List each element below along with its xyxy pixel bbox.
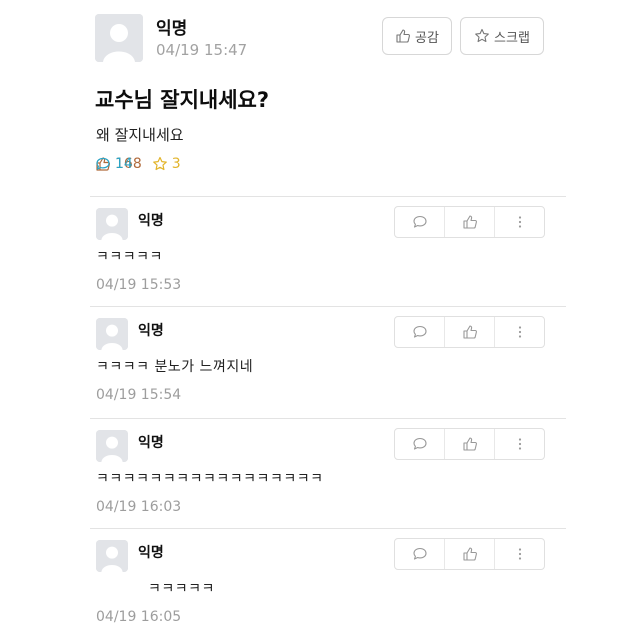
comment-count-value: 14 [115, 156, 133, 172]
thumbs-up-icon [462, 215, 477, 229]
post-stats: 168 14 3 [95, 156, 191, 172]
vertical-ellipsis-icon [518, 438, 521, 450]
comment-item: 익명 ㅋㅋㅋㅋㅋ 04/19 15:53 [0, 198, 640, 308]
scrap-button-label: 스크랩 [494, 30, 530, 46]
speech-bubble-icon [96, 157, 110, 170]
more-options-button[interactable] [495, 539, 544, 569]
comment-text: ㅋㅋㅋㅋㅋ [148, 581, 215, 597]
more-options-button[interactable] [495, 429, 544, 459]
comment-text: ㅋㅋㅋㅋㅋ [96, 249, 163, 265]
speech-bubble-icon [412, 547, 427, 560]
default-profile-icon [96, 430, 128, 462]
reply-button[interactable] [395, 429, 445, 459]
thumbs-up-icon [462, 547, 477, 561]
post-timestamp: 04/19 15:47 [156, 41, 248, 59]
comment-item: 익명 ㅋㅋㅋㅋㅋㅋㅋㅋㅋㅋㅋㅋㅋㅋㅋㅋㅋ 04/19 16:03 [0, 420, 640, 530]
vertical-ellipsis-icon [518, 548, 521, 560]
default-profile-icon [96, 318, 128, 350]
vertical-ellipsis-icon [518, 216, 521, 228]
comment-like-button[interactable] [445, 429, 495, 459]
divider [90, 528, 566, 529]
reply-button[interactable] [395, 539, 445, 569]
thumbs-up-icon [396, 29, 411, 43]
comment-author-avatar [96, 540, 128, 572]
comment-timestamp: 04/19 15:54 [96, 387, 182, 403]
default-profile-icon [96, 208, 128, 240]
divider [90, 196, 566, 197]
star-icon [475, 28, 489, 43]
divider [90, 306, 566, 307]
comment-item: 익명 ㅋㅋㅋㅋ 분노가 느껴지네 04/19 15:54 [0, 308, 640, 418]
comment-timestamp: 04/19 16:03 [96, 499, 182, 515]
comment-author: 익명 [138, 435, 164, 451]
comment-actions [394, 206, 545, 238]
comment-author-avatar [96, 318, 128, 350]
like-button-label: 공감 [415, 30, 439, 46]
default-profile-icon [95, 14, 143, 62]
comment-actions [394, 538, 545, 570]
comment-actions [394, 316, 545, 348]
comment-author: 익명 [138, 323, 164, 339]
comment-text: ㅋㅋㅋㅋㅋㅋㅋㅋㅋㅋㅋㅋㅋㅋㅋㅋㅋ [96, 471, 324, 487]
comment-like-button[interactable] [445, 207, 495, 237]
comment-author: 익명 [138, 213, 164, 229]
speech-bubble-icon [412, 325, 427, 338]
post-author-avatar [95, 14, 143, 62]
comment-timestamp: 04/19 15:53 [96, 277, 182, 293]
post-author-name: 익명 [156, 19, 188, 39]
thumbs-up-icon [462, 325, 477, 339]
comment-timestamp: 04/19 16:05 [96, 609, 182, 625]
more-options-button[interactable] [495, 207, 544, 237]
comment-text: ㅋㅋㅋㅋ 분노가 느껴지네 [96, 359, 254, 375]
scrap-button[interactable]: 스크랩 [460, 17, 544, 55]
like-button[interactable]: 공감 [382, 17, 452, 55]
comment-actions [394, 428, 545, 460]
comment-author-avatar [96, 430, 128, 462]
more-options-button[interactable] [495, 317, 544, 347]
comment-like-button[interactable] [445, 539, 495, 569]
speech-bubble-icon [412, 437, 427, 450]
comment-like-button[interactable] [445, 317, 495, 347]
default-profile-icon [96, 540, 128, 572]
comment-author-avatar [96, 208, 128, 240]
vertical-ellipsis-icon [518, 326, 521, 338]
divider [90, 418, 566, 419]
reply-button[interactable] [395, 317, 445, 347]
reply-button[interactable] [395, 207, 445, 237]
comment-item: 익명 ㅋㅋㅋㅋㅋ 04/19 16:05 [0, 530, 640, 640]
thumbs-up-icon [462, 437, 477, 451]
speech-bubble-icon [412, 215, 427, 228]
comment-author: 익명 [138, 545, 164, 561]
